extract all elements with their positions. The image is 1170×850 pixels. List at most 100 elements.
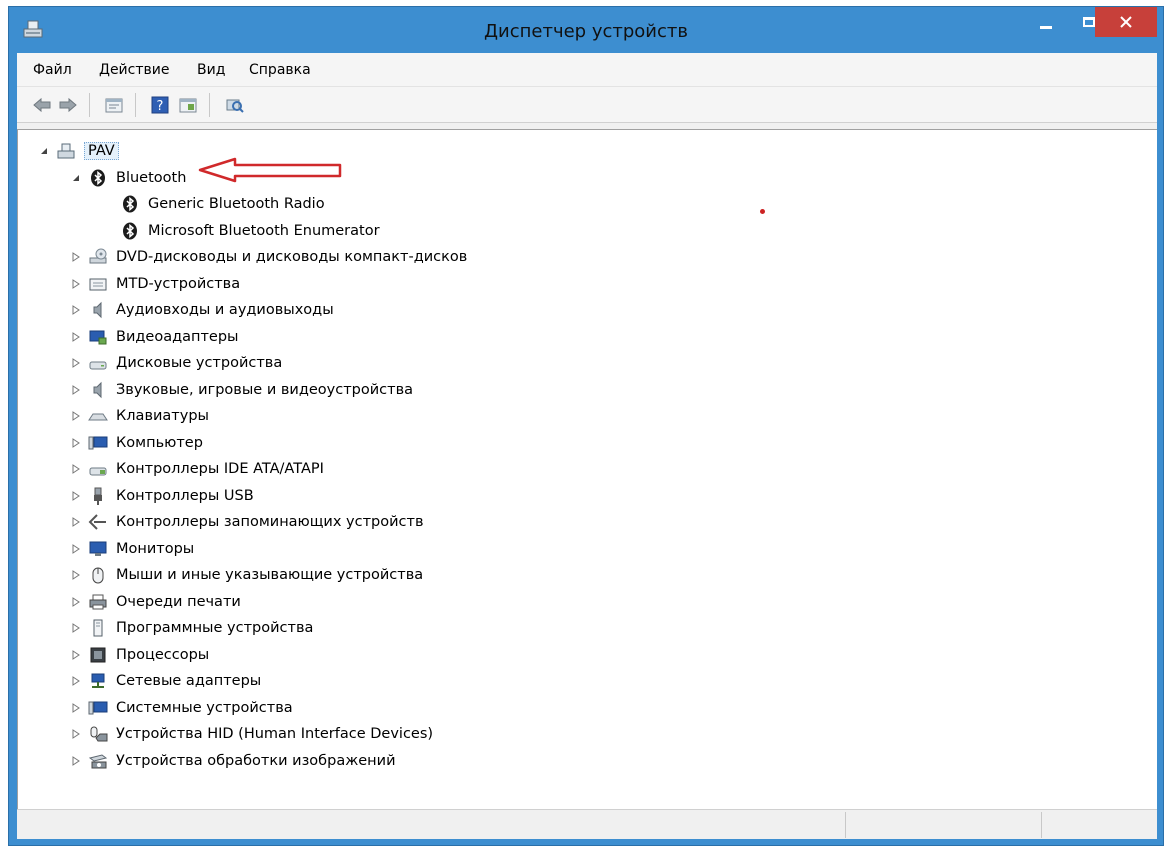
tree-node-category[interactable]: MTD-устройства [70,273,240,295]
tree-node-label: Устройства HID (Human Interface Devices) [116,726,434,742]
properties-icon[interactable] [103,94,125,116]
tree-node-category[interactable]: Мониторы [70,538,194,560]
expand-icon[interactable] [70,728,82,740]
tree-node-category[interactable]: Дисковые устройства [70,352,282,374]
collapse-icon[interactable] [38,145,50,157]
menu-action[interactable]: Действие [99,62,169,78]
mtd-device-icon [88,275,108,293]
monitor-icon [88,540,108,558]
expand-icon[interactable] [70,278,82,290]
ide-controller-icon [88,460,108,478]
minimize-button[interactable] [1024,7,1068,37]
speaker-icon [88,301,108,319]
tree-node-category[interactable]: Устройства HID (Human Interface Devices) [70,723,433,745]
mouse-icon [88,566,108,584]
tree-node-category[interactable]: Контроллеры запоминающих устройств [70,511,424,533]
tree-node-bluetooth[interactable]: Bluetooth [70,167,186,189]
status-bar [17,809,1157,839]
tree-node-label: Контроллеры USB [116,488,254,504]
title-bar[interactable]: Диспетчер устройств [9,7,1163,53]
expand-icon[interactable] [70,357,82,369]
tree-node-category[interactable]: DVD-дисководы и дисководы компакт-дисков [70,246,467,268]
tree-node-label: Очереди печати [116,594,241,610]
storage-controller-icon [88,513,108,531]
menu-file[interactable]: Файл [33,62,72,78]
device-manager-window: Диспетчер устройств Файл Действие Вид Сп… [8,6,1164,846]
tree-node-category[interactable]: Программные устройства [70,617,313,639]
disk-drive-icon [88,354,108,372]
computer-icon [56,142,76,160]
tree-node-category[interactable]: Контроллеры IDE ATA/ATAPI [70,458,324,480]
tree-node-label: DVD-дисководы и дисководы компакт-дисков [116,249,468,265]
expand-icon[interactable] [70,490,82,502]
sound-device-icon [88,381,108,399]
expand-icon[interactable] [70,384,82,396]
expand-icon[interactable] [70,516,82,528]
tree-node-label: Программные устройства [116,620,314,636]
menu-bar: Файл Действие Вид Справка [17,53,1157,87]
toolbar: ? [17,87,1157,123]
tree-node-category[interactable]: Компьютер [70,432,203,454]
expand-icon[interactable] [70,675,82,687]
keyboard-icon [88,407,108,425]
bluetooth-icon [120,222,140,240]
expand-icon[interactable] [70,251,82,263]
tree-node-category[interactable]: Звуковые, игровые и видеоустройства [70,379,413,401]
bluetooth-icon [120,195,140,213]
close-button[interactable] [1095,7,1157,37]
tree-leaf-bluetooth-device[interactable]: Microsoft Bluetooth Enumerator [120,220,380,242]
bluetooth-icon [88,169,108,187]
expand-icon[interactable] [70,569,82,581]
expand-icon[interactable] [70,410,82,422]
expand-icon[interactable] [70,755,82,767]
close-icon [1120,16,1132,28]
tree-node-category[interactable]: Аудиовходы и аудиовыходы [70,299,334,321]
expand-icon[interactable] [70,304,82,316]
tree-node-label: Контроллеры запоминающих устройств [116,514,424,530]
expand-icon[interactable] [70,622,82,634]
expand-icon[interactable] [70,702,82,714]
expand-icon[interactable] [70,331,82,343]
tree-node-category[interactable]: Очереди печати [70,591,241,613]
tree-leaf-bluetooth-device[interactable]: Generic Bluetooth Radio [120,193,325,215]
toolbar-separator [89,93,90,117]
maximize-icon [1083,17,1095,27]
expand-icon[interactable] [70,437,82,449]
tree-node-label: Аудиовходы и аудиовыходы [116,302,334,318]
tree-root[interactable]: PAV [38,140,119,162]
expand-icon[interactable] [70,649,82,661]
tree-node-category[interactable]: Системные устройства [70,697,293,719]
menu-view[interactable]: Вид [197,62,225,78]
view-icon[interactable] [177,94,199,116]
system-device-icon [88,699,108,717]
tree-node-label: Сетевые адаптеры [116,673,262,689]
tree-node-label: Мыши и иные указывающие устройства [116,567,424,583]
tree-node-category[interactable]: Сетевые адаптеры [70,670,261,692]
menu-help[interactable]: Справка [249,62,311,78]
back-icon[interactable] [31,94,53,116]
imaging-device-icon [88,752,108,770]
tree-node-category[interactable]: Контроллеры USB [70,485,254,507]
expand-icon[interactable] [70,543,82,555]
tree-node-category[interactable]: Устройства обработки изображений [70,750,396,772]
collapse-icon[interactable] [70,172,82,184]
tree-node-category[interactable]: Процессоры [70,644,209,666]
software-device-icon [88,619,108,637]
tree-node-label: Клавиатуры [116,408,209,424]
status-divider [1041,812,1042,838]
toolbar-separator [209,93,210,117]
tree-node-label: Компьютер [116,435,203,451]
expand-icon[interactable] [70,463,82,475]
scan-icon[interactable] [223,94,245,116]
tree-node-category[interactable]: Видеоадаптеры [70,326,239,348]
tree-node-category[interactable]: Клавиатуры [70,405,209,427]
device-tree[interactable]: PAV Bluetooth Generic Bluetooth Radio Mi… [17,129,1157,809]
help-icon[interactable]: ? [149,94,171,116]
forward-icon[interactable] [57,94,79,116]
annotation-arrow-icon [198,157,342,183]
tree-node-category[interactable]: Мыши и иные указывающие устройства [70,564,423,586]
expand-icon[interactable] [70,596,82,608]
status-divider [845,812,846,838]
client-area: Файл Действие Вид Справка ? PAV Bluetoot… [17,53,1157,839]
usb-icon [88,487,108,505]
